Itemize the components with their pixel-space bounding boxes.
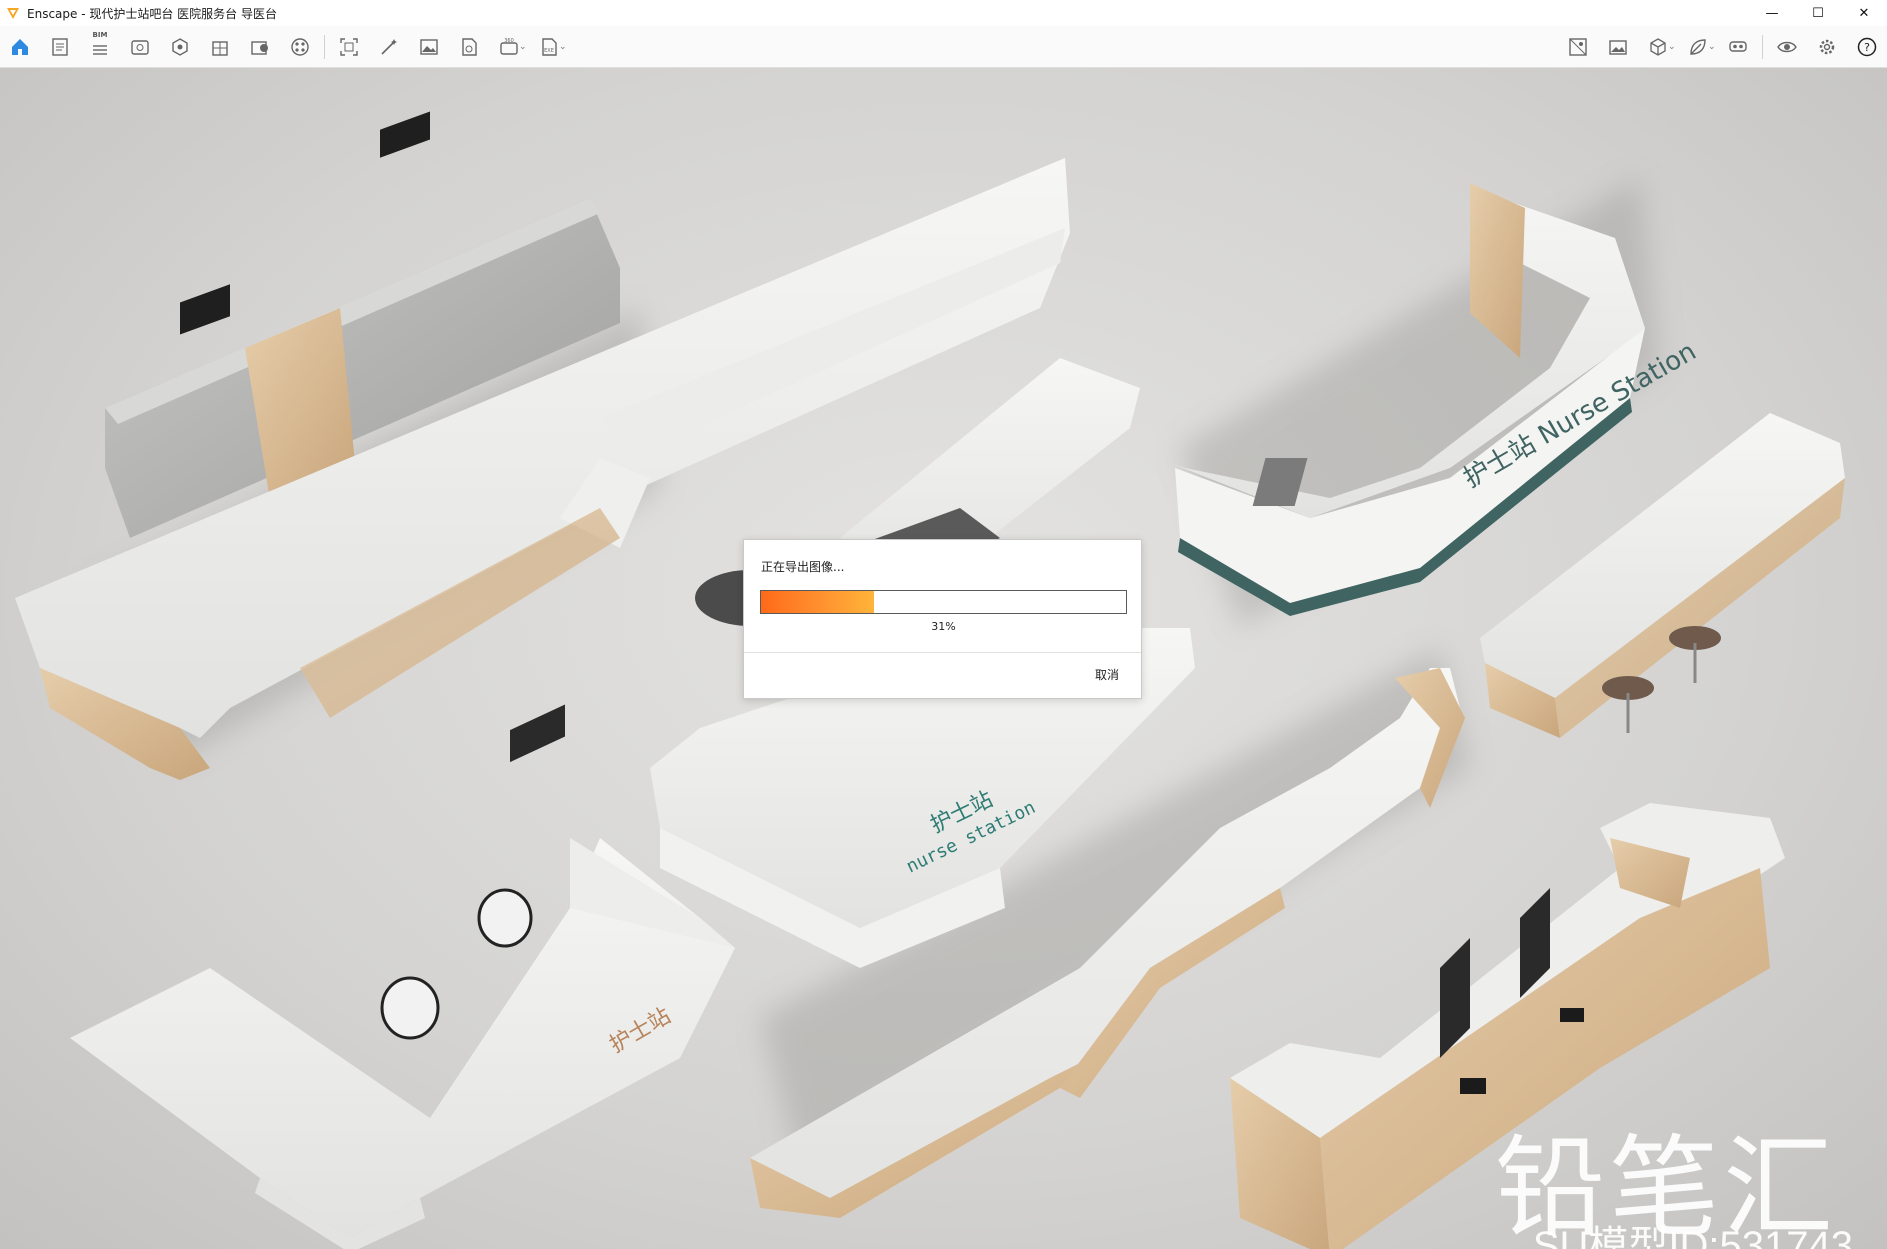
home-button[interactable] [0,27,40,67]
panorama-button[interactable] [449,27,489,67]
screenshot-icon [340,38,358,56]
asset-library-button[interactable] [240,27,280,67]
export-button[interactable]: EXE [529,27,569,67]
building-button[interactable] [200,27,240,67]
leaf-icon [1690,39,1706,55]
eye-button[interactable] [1767,27,1807,67]
material-editor-button[interactable] [280,27,320,67]
bim-button[interactable]: BIM [80,27,120,67]
image-settings-button[interactable] [409,27,449,67]
leaf-button[interactable] [1678,27,1718,67]
asset-library-icon [251,41,268,55]
site-button[interactable] [160,27,200,67]
capture-button[interactable] [1558,27,1598,67]
cancel-button[interactable]: 取消 [1095,666,1119,683]
dialog-message: 正在导出图像... [761,560,845,574]
svg-text:360: 360 [504,38,514,44]
title-bar: Enscape - 现代护士站吧台 医院服务台 导医台 — ☐ ✕ [0,0,1887,26]
view-button[interactable] [120,27,160,67]
minimize-button[interactable]: — [1749,0,1795,26]
material-editor-icon [291,38,309,56]
site-icon [172,38,188,56]
view-icon [131,40,149,55]
bim-icon [93,45,107,55]
panorama-icon [462,38,477,56]
cube-icon [1650,38,1666,56]
toolbar-separator [324,35,325,59]
l-desk-with-chairs: 护士站 [70,704,735,1249]
video-icon: 360 [500,38,518,55]
gallery-icon [1609,40,1627,55]
svg-text:EXE: EXE [544,48,554,54]
export-icon: EXE [542,38,557,56]
screenshot-button[interactable] [329,27,369,67]
notes-button[interactable] [40,27,80,67]
toolbar-left-group: BIM 360 ⌄ EXE ⌄ [0,26,569,68]
svg-text:?: ? [1864,41,1870,54]
window-title: Enscape - 现代护士站吧台 医院服务台 导医台 [27,6,277,21]
cube-button[interactable] [1638,27,1678,67]
gallery-button[interactable] [1598,27,1638,67]
eye-icon [1777,41,1797,53]
batch-render-button[interactable] [369,27,409,67]
help-button[interactable]: ? [1847,27,1887,67]
watermark-model-id: SU模型ID:531743 [1532,1224,1853,1249]
video-button[interactable]: 360 [489,27,529,67]
home-icon [12,39,28,55]
settings-icon [1819,39,1835,55]
export-progress-dialog: 正在导出图像... 31% 取消 [743,539,1142,699]
progress-percent: 31% [931,620,956,633]
settings-button[interactable] [1807,27,1847,67]
vr-headset-button[interactable] [1718,27,1758,67]
enscape-logo-icon [7,8,19,19]
toolbar-right-group: ⌄ ⌄ ? [1558,26,1887,68]
window-controls: — ☐ ✕ [1749,0,1887,26]
maximize-button[interactable]: ☐ [1795,0,1841,26]
capture-icon [1569,38,1587,56]
batch-render-icon [381,39,397,55]
building-icon [212,41,228,56]
help-icon: ? [1857,37,1877,57]
progress-bar [760,590,1127,614]
bim-label: BIM [92,31,108,39]
close-button[interactable]: ✕ [1841,0,1887,26]
toolbar-separator [1762,35,1763,59]
progress-bar-fill [761,591,875,613]
image-settings-icon [420,39,438,55]
dialog-divider [744,652,1141,653]
vr-headset-icon [1729,41,1747,52]
main-toolbar: BIM 360 ⌄ EXE ⌄ ⌄ ⌄ ? [0,26,1887,86]
notes-icon [52,38,68,56]
